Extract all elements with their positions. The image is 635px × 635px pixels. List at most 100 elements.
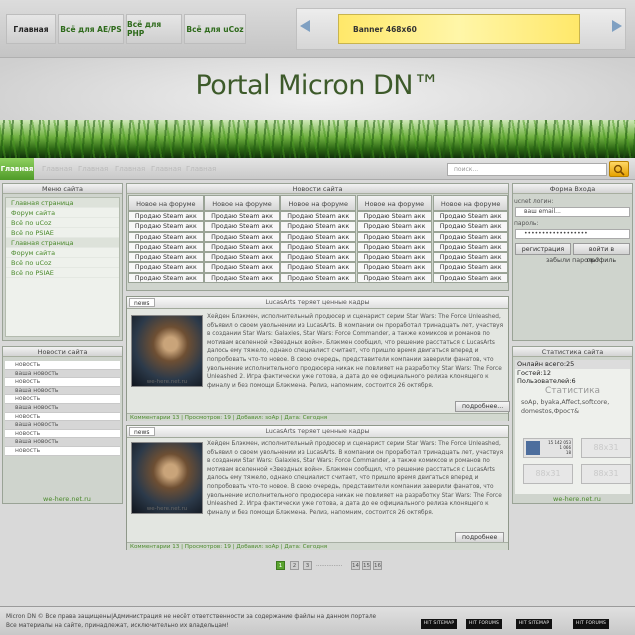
forum-topic-link[interactable]: Продаю Steam акк <box>432 272 509 284</box>
article-2-image[interactable] <box>131 442 203 514</box>
side-news-item[interactable]: новость <box>5 446 120 456</box>
forum-topic-link[interactable]: Продаю Steam акк <box>204 221 280 232</box>
nav-item-home-active[interactable]: Главная <box>0 158 34 180</box>
page-16[interactable]: 16 <box>373 561 382 570</box>
liveinternet-counter[interactable]: 15 142 053 1 066 18 <box>523 438 573 458</box>
menu-item-forum-2[interactable]: Форум сайта <box>6 248 119 258</box>
page-1[interactable]: 1 <box>276 561 285 570</box>
footer-counter-badge[interactable]: HIT SITEMAP <box>421 619 457 629</box>
footer-counter-badge[interactable]: HIT FORUMS <box>466 619 502 629</box>
forum-topic-link[interactable]: Продаю Steam акк <box>280 221 357 232</box>
nav-item-4[interactable]: Главная <box>151 158 181 180</box>
forum-topic-link[interactable]: Продаю Steam акк <box>356 241 433 253</box>
search-button[interactable] <box>609 161 629 177</box>
side-news-item[interactable]: новость <box>5 395 120 404</box>
menu-item-ucoz[interactable]: Всё по uCoz <box>6 218 119 228</box>
top-tab-ucoz[interactable]: Всё для uCoz <box>184 14 246 44</box>
side-news-item[interactable]: новость <box>5 361 120 370</box>
forgot-password-link[interactable]: забыли пароль? <box>513 257 632 264</box>
top-tab-ae-ps[interactable]: Всё для AE/PS <box>58 14 124 44</box>
forum-topic-link[interactable]: Продаю Steam акк <box>280 272 357 284</box>
menu-item-ucoz-2[interactable]: Всё по uCoz <box>6 258 119 268</box>
password-input[interactable]: •••••••••••••••••• <box>515 229 630 239</box>
article-1-more-button[interactable]: подробнее... <box>455 401 511 412</box>
forum-topic-link[interactable]: Продаю Steam акк <box>204 241 280 253</box>
banner-prev-icon[interactable] <box>300 20 310 32</box>
forum-column-header[interactable]: Новое на форуме <box>128 195 204 211</box>
forum-topic-link[interactable]: Продаю Steam акк <box>280 211 357 222</box>
side-news-item[interactable]: новость <box>5 429 120 439</box>
menu-item-psiae-2[interactable]: Всё по PSIAE <box>6 268 119 278</box>
article-1-title[interactable]: LucasArts теряет ценные кадры <box>127 297 508 309</box>
forum-column-header[interactable]: Новое на форуме <box>432 195 509 211</box>
forum-topic-link[interactable]: Продаю Steam акк <box>280 262 357 273</box>
forum-topic-link[interactable]: Продаю Steam акк <box>356 231 433 242</box>
forum-topic-link[interactable]: Продаю Steam акк <box>356 252 433 263</box>
banner-468x60[interactable]: Banner 468x60 <box>338 14 580 44</box>
forum-topic-link[interactable]: Продаю Steam акк <box>356 262 433 273</box>
forum-topic-link[interactable]: Продаю Steam акк <box>128 241 204 253</box>
menu-item-forum[interactable]: Форум сайта <box>6 208 119 218</box>
counter-88x31[interactable]: 88x31 <box>581 464 631 484</box>
forum-topic-link[interactable]: Продаю Steam акк <box>432 231 509 242</box>
article-2-tag[interactable]: news <box>129 427 155 436</box>
menu-item-home-2[interactable]: Главная страница <box>6 238 119 248</box>
forum-topic-link[interactable]: Продаю Steam акк <box>204 272 280 284</box>
forum-topic-link[interactable]: Продаю Steam акк <box>432 241 509 253</box>
page-14[interactable]: 14 <box>351 561 360 570</box>
menu-item-home[interactable]: Главная страница <box>6 198 119 208</box>
top-tab-php[interactable]: Всё для PHP <box>126 14 182 44</box>
forum-topic-link[interactable]: Продаю Steam акк <box>356 221 433 232</box>
forum-topic-link[interactable]: Продаю Steam акк <box>356 272 433 284</box>
search-input[interactable]: поиск... <box>447 163 607 176</box>
counter-88x31[interactable]: 88x31 <box>581 438 631 458</box>
forum-topic-link[interactable]: Продаю Steam акк <box>432 211 509 222</box>
forum-topic-link[interactable]: Продаю Steam акк <box>128 221 204 232</box>
footer-counter-badge[interactable]: HIT SITEMAP <box>516 619 552 629</box>
nav-item-3[interactable]: Главная <box>115 158 145 180</box>
side-news-footer[interactable]: we-here.net.ru <box>43 495 91 503</box>
banner-next-icon[interactable] <box>612 20 622 32</box>
forum-column-header[interactable]: Новое на форуме <box>280 195 357 211</box>
side-news-item[interactable]: ваша новость <box>5 438 120 447</box>
forum-topic-link[interactable]: Продаю Steam акк <box>128 252 204 263</box>
forum-topic-link[interactable]: Продаю Steam акк <box>432 221 509 232</box>
forum-topic-link[interactable]: Продаю Steam акк <box>128 211 204 222</box>
side-news-item[interactable]: ваша новость <box>5 369 120 379</box>
article-1-image[interactable] <box>131 315 203 387</box>
side-news-item[interactable]: новость <box>5 412 120 422</box>
top-tab-home[interactable]: Главная <box>6 14 56 44</box>
forum-topic-link[interactable]: Продаю Steam акк <box>204 262 280 273</box>
nav-item-2[interactable]: Главная <box>78 158 108 180</box>
login-button[interactable]: войти в профиль <box>573 243 630 264</box>
forum-column-header[interactable]: Новое на форуме <box>356 195 433 211</box>
nav-item-1[interactable]: Главная <box>42 158 72 180</box>
login-input[interactable]: ваш email... <box>515 207 630 217</box>
stats-user-list[interactable]: soAp, byaka,Affect,softcore, domestos,Фр… <box>515 398 630 416</box>
article-2-title[interactable]: LucasArts теряет ценные кадры <box>127 426 508 438</box>
side-news-item[interactable]: новость <box>5 378 120 387</box>
counter-88x31[interactable]: 88x31 <box>523 464 573 484</box>
nav-item-5[interactable]: Главная <box>186 158 216 180</box>
forum-topic-link[interactable]: Продаю Steam акк <box>432 262 509 273</box>
forum-topic-link[interactable]: Продаю Steam акк <box>204 211 280 222</box>
side-news-item[interactable]: ваша новость <box>5 403 120 413</box>
forum-topic-link[interactable]: Продаю Steam акк <box>280 252 357 263</box>
forum-topic-link[interactable]: Продаю Steam акк <box>356 211 433 222</box>
page-15[interactable]: 15 <box>362 561 371 570</box>
forum-topic-link[interactable]: Продаю Steam акк <box>280 241 357 253</box>
stats-footer[interactable]: we-here.net.ru <box>553 495 601 503</box>
forum-topic-link[interactable]: Продаю Steam акк <box>432 252 509 263</box>
forum-topic-link[interactable]: Продаю Steam акк <box>280 231 357 242</box>
side-news-item[interactable]: ваша новость <box>5 421 120 430</box>
forum-topic-link[interactable]: Продаю Steam акк <box>204 231 280 242</box>
page-2[interactable]: 2 <box>290 561 299 570</box>
footer-counter-badge[interactable]: HIT FORUMS <box>573 619 609 629</box>
article-1-tag[interactable]: news <box>129 298 155 307</box>
forum-column-header[interactable]: Новое на форуме <box>204 195 280 211</box>
register-button[interactable]: регистрация <box>515 243 571 255</box>
forum-topic-link[interactable]: Продаю Steam акк <box>128 272 204 284</box>
forum-topic-link[interactable]: Продаю Steam акк <box>204 252 280 263</box>
side-news-item[interactable]: ваша новость <box>5 386 120 396</box>
menu-item-psiae[interactable]: Всё по PSIAE <box>6 228 119 238</box>
